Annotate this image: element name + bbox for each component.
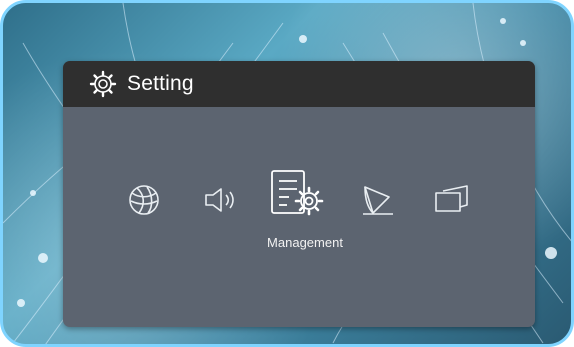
settings-panel: Setting Management	[63, 61, 535, 327]
menu-item-audio[interactable]	[203, 185, 239, 215]
speaker-icon	[203, 185, 239, 215]
page-title: Setting	[127, 72, 194, 95]
globe-icon	[127, 183, 161, 217]
menu-item-projection[interactable]	[433, 183, 473, 215]
titlebar: Setting	[63, 61, 535, 107]
projection-icon	[433, 183, 473, 215]
menu-item-management[interactable]	[269, 169, 329, 219]
settings-gear-icon	[89, 70, 117, 98]
display-shape-icon	[359, 183, 397, 217]
screen-frame: Setting Management	[0, 0, 574, 347]
selected-item-label: Management	[267, 235, 343, 250]
management-icon	[269, 169, 329, 219]
menu-item-network[interactable]	[127, 183, 161, 217]
menu-item-display[interactable]	[359, 183, 397, 217]
menu-icons-row	[63, 170, 535, 223]
